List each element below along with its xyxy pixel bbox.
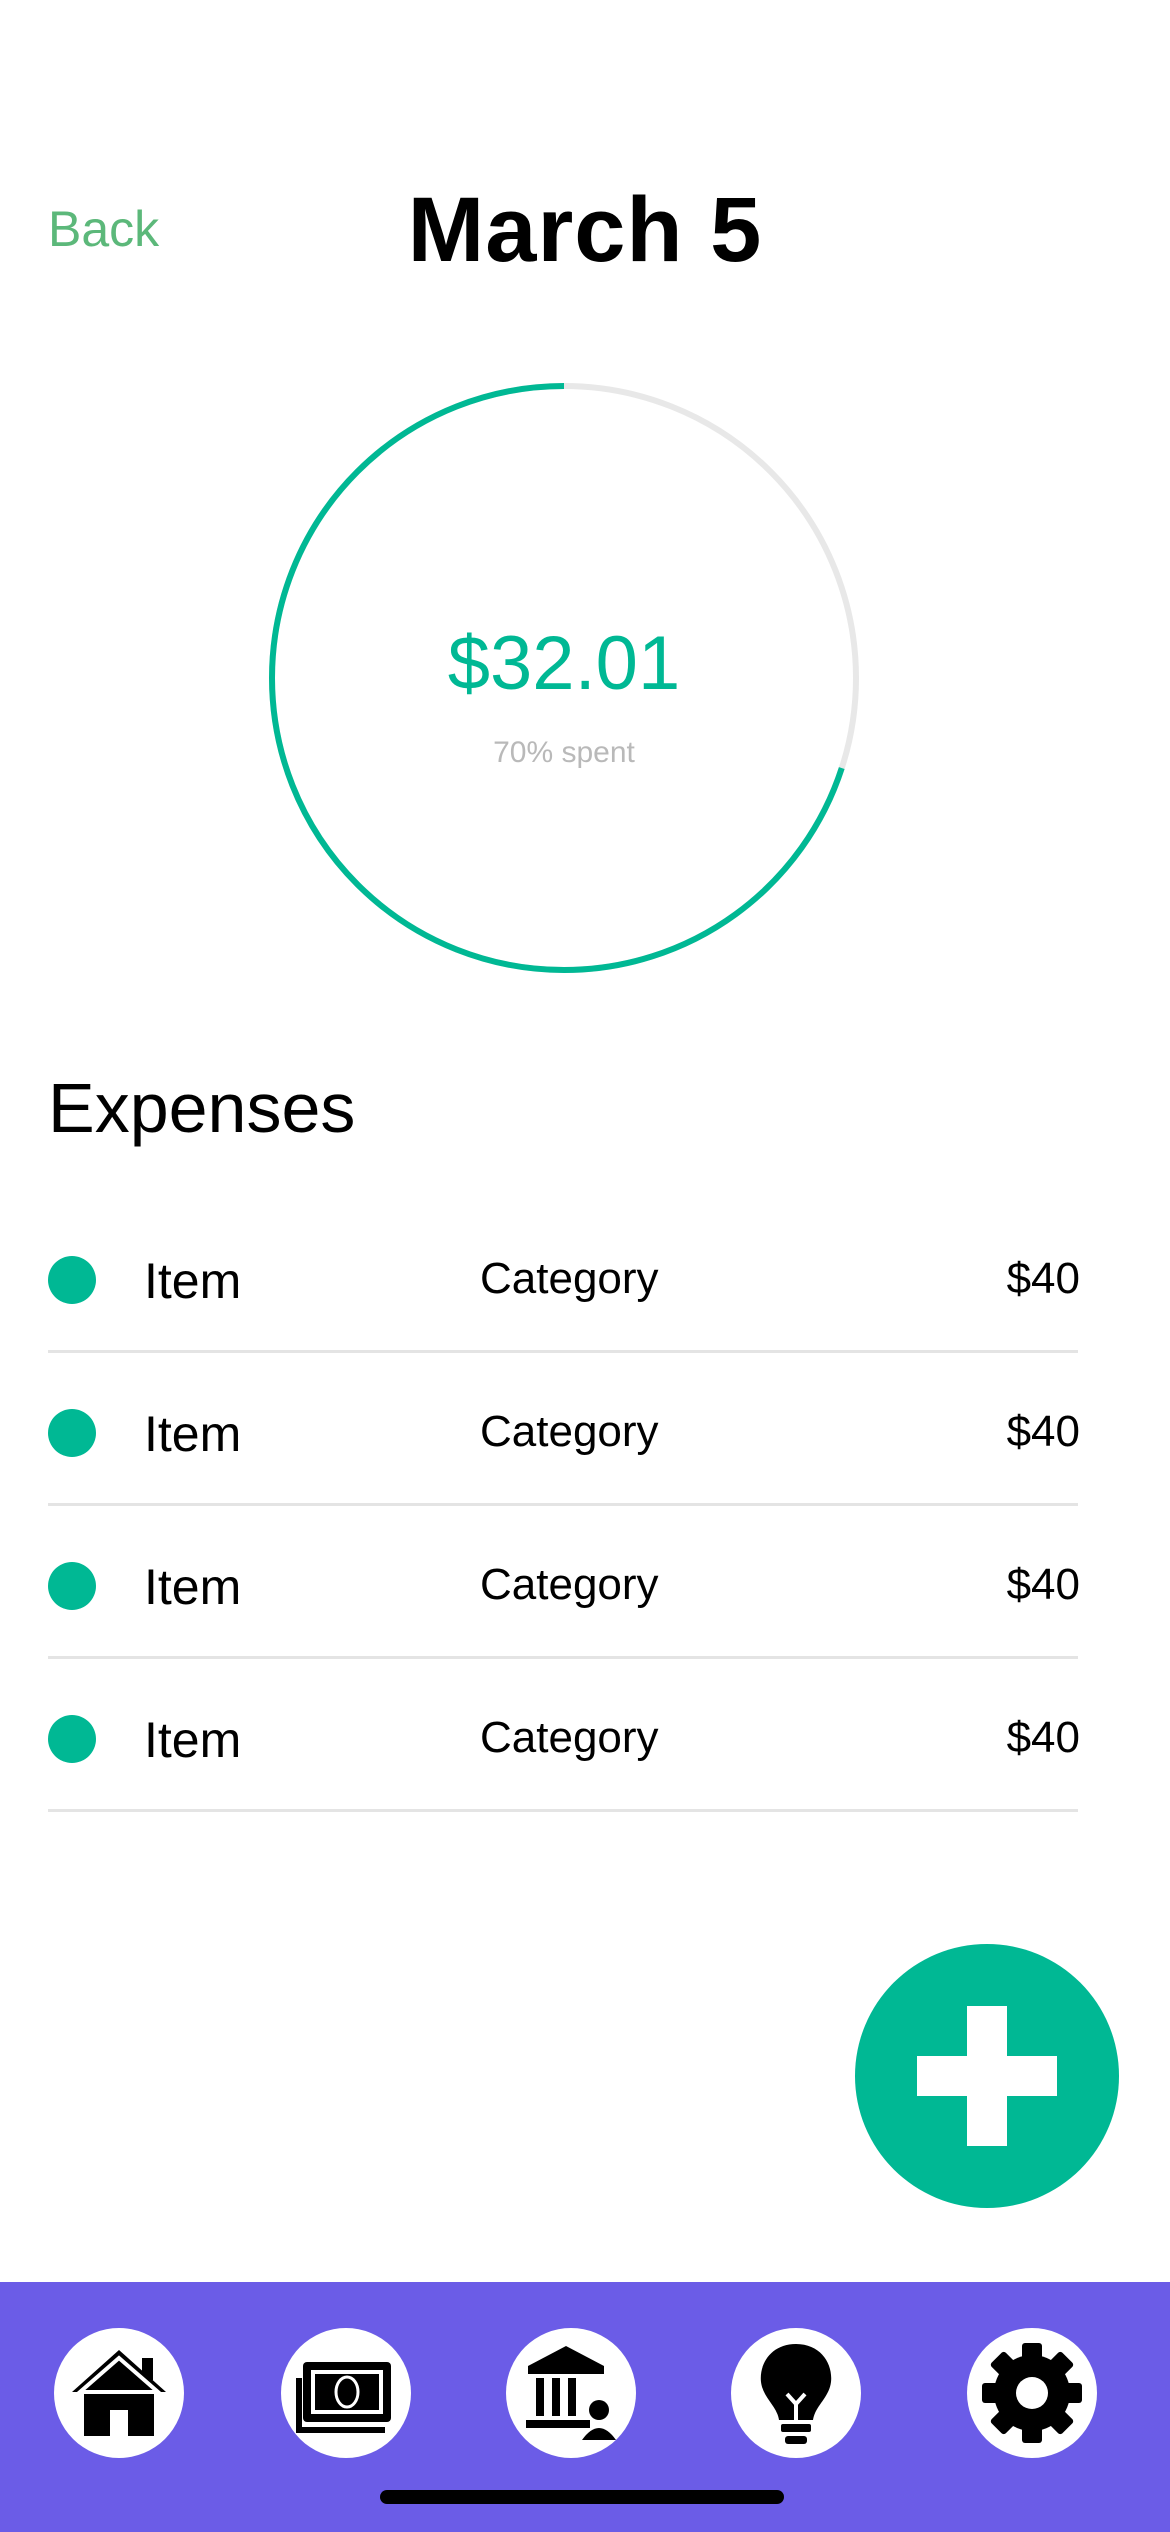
tab-home[interactable]	[54, 2328, 184, 2458]
spending-progress-ring: $32.01 70% spent	[268, 382, 860, 974]
category-dot-icon	[48, 1562, 96, 1610]
bank-icon	[526, 2346, 616, 2440]
spent-amount: $32.01	[447, 621, 681, 706]
category-dot-icon	[48, 1256, 96, 1304]
category-dot-icon	[48, 1409, 96, 1457]
money-icon	[296, 2362, 391, 2433]
expense-list: Item Category $40 Item Category $40 Item…	[48, 1200, 1080, 1812]
expense-row[interactable]: Item Category $40	[48, 1353, 1080, 1506]
tab-budget[interactable]	[281, 2328, 411, 2458]
expense-row[interactable]: Item Category $40	[48, 1659, 1080, 1812]
home-indicator	[380, 2490, 784, 2504]
expense-category: Category	[480, 1713, 659, 1762]
category-dot-icon	[48, 1715, 96, 1763]
home-icon	[72, 2350, 166, 2436]
expense-category: Category	[480, 1254, 659, 1303]
spent-percent-label: 70% spent	[493, 736, 635, 769]
expense-row[interactable]: Item Category $40	[48, 1506, 1080, 1659]
expense-category: Category	[480, 1560, 659, 1609]
tab-accounts[interactable]	[506, 2328, 636, 2458]
expense-item-name: Item	[144, 1559, 242, 1615]
page-title: March 5	[407, 179, 763, 281]
expense-item-name: Item	[144, 1253, 242, 1309]
tab-settings[interactable]	[967, 2328, 1097, 2458]
bottom-tab-bar	[0, 2282, 1170, 2532]
add-expense-button[interactable]	[855, 1944, 1119, 2208]
expense-amount: $40	[1006, 1254, 1080, 1303]
expense-item-name: Item	[144, 1712, 242, 1768]
expense-amount: $40	[1006, 1560, 1080, 1609]
row-divider	[48, 1809, 1078, 1812]
expense-amount: $40	[1006, 1713, 1080, 1762]
expense-category: Category	[480, 1407, 659, 1456]
expense-row[interactable]: Item Category $40	[48, 1200, 1080, 1353]
expense-item-name: Item	[144, 1406, 242, 1462]
tab-insights[interactable]	[731, 2328, 861, 2458]
gear-icon	[982, 2343, 1082, 2443]
expense-amount: $40	[1006, 1407, 1080, 1456]
lightbulb-icon	[760, 2344, 832, 2444]
expenses-heading: Expenses	[48, 1069, 356, 1147]
